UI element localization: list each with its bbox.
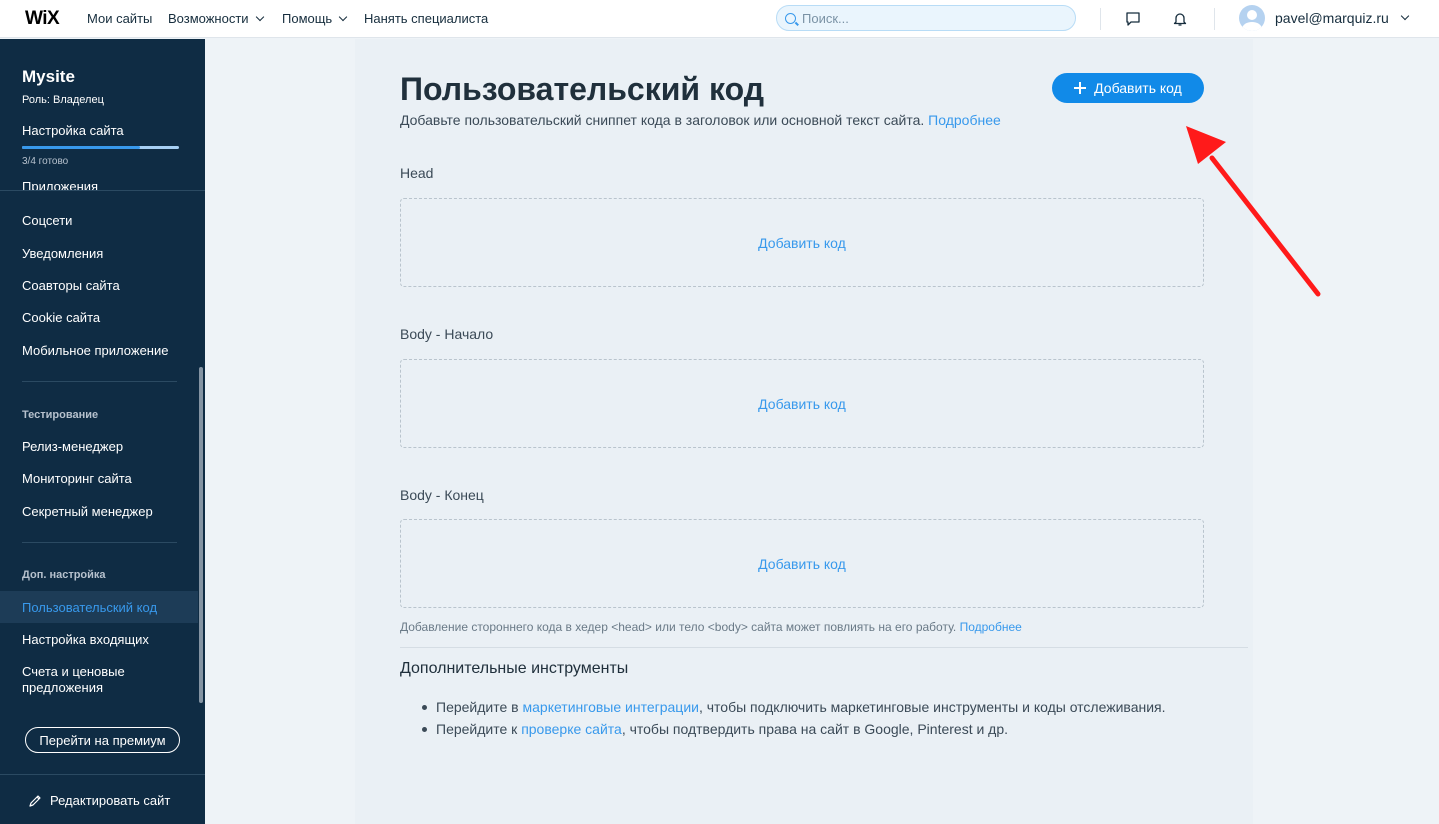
section-head-label: Head xyxy=(400,165,434,181)
learn-more-link[interactable]: Подробнее xyxy=(928,112,1001,128)
sidebar-item-custom-code[interactable]: Пользовательский код xyxy=(22,600,192,616)
divider xyxy=(400,647,1248,648)
plus-icon xyxy=(1074,82,1087,94)
page-subtitle: Добавьте пользовательский сниппет кода в… xyxy=(400,112,1001,128)
sidebar-item-release-manager[interactable]: Релиз-менеджер xyxy=(22,439,192,455)
divider xyxy=(22,381,177,382)
warning-note-text: Добавление стороннего кода в хедер <head… xyxy=(400,620,957,634)
nav-hire-expert-label: Нанять специалиста xyxy=(364,11,489,26)
setup-progress-fill xyxy=(22,146,140,149)
tool-text: Перейдите в xyxy=(436,699,523,715)
head-code-dropzone[interactable]: Добавить код xyxy=(400,198,1204,287)
chevron-down-icon xyxy=(1400,11,1410,21)
warning-note: Добавление стороннего кода в хедер <head… xyxy=(400,620,1022,634)
nav-hire-expert[interactable]: Нанять специалиста xyxy=(364,11,488,26)
nav-help[interactable]: Помощь xyxy=(282,11,348,26)
user-menu[interactable]: pavel@marquiz.ru xyxy=(1239,5,1410,31)
divider xyxy=(0,774,205,775)
wix-logo[interactable]: WiX xyxy=(25,8,60,30)
list-item: Перейдите в маркетинговые интеграции, чт… xyxy=(422,696,1166,718)
site-verification-link[interactable]: проверке сайта xyxy=(521,721,622,737)
section-advanced: Доп. настройка xyxy=(22,569,106,581)
setup-progress-bar xyxy=(22,146,179,149)
sidebar-item-collaborators[interactable]: Соавторы сайта xyxy=(22,278,192,294)
chat-icon[interactable] xyxy=(1123,9,1143,29)
page-title: Пользовательский код xyxy=(400,71,764,107)
body-start-code-dropzone[interactable]: Добавить код xyxy=(400,359,1204,448)
sidebar-scrollbar[interactable] xyxy=(199,367,203,703)
nav-features-label: Возможности xyxy=(168,11,249,26)
edit-site-button[interactable]: Редактировать сайт xyxy=(28,793,170,808)
list-item: Перейдите к проверке сайта, чтобы подтве… xyxy=(422,718,1166,740)
pencil-icon xyxy=(29,794,41,807)
search-icon xyxy=(785,12,796,24)
chevron-down-icon xyxy=(338,12,348,21)
section-body-start-label: Body - Начало xyxy=(400,326,494,342)
body-end-add-code-link[interactable]: Добавить код xyxy=(758,556,846,572)
site-setup-link[interactable]: Настройка сайта xyxy=(22,123,124,138)
sidebar-item-secrets-manager[interactable]: Секретный менеджер xyxy=(22,504,192,520)
marketing-integrations-link[interactable]: маркетинговые интеграции xyxy=(523,699,699,715)
tool-text: , чтобы подключить маркетинговые инструм… xyxy=(698,699,1166,715)
search-bar[interactable] xyxy=(776,5,1076,31)
edit-site-label: Редактировать сайт xyxy=(50,793,171,808)
bell-icon[interactable] xyxy=(1170,9,1190,29)
sidebar-item-inbox-settings[interactable]: Настройка входящих xyxy=(22,632,192,648)
additional-tools-list: Перейдите в маркетинговые интеграции, чт… xyxy=(422,696,1166,740)
head-add-code-link[interactable]: Добавить код xyxy=(758,235,846,251)
nav-help-label: Помощь xyxy=(282,11,333,26)
annotation-arrow xyxy=(1186,126,1321,297)
top-bar: WiX Мои сайты Возможности Помощь Нанять … xyxy=(0,0,1439,38)
site-name: Mysite xyxy=(22,67,75,86)
sidebar-item-social[interactable]: Соцсети xyxy=(22,213,192,229)
nav-my-sites-label: Мои сайты xyxy=(87,11,153,26)
tool-text: Перейдите к xyxy=(436,721,522,737)
additional-tools-title: Дополнительные инструменты xyxy=(400,660,629,677)
sidebar: Mysite Роль: Владелец Настройка сайта 3/… xyxy=(0,39,205,824)
section-testing: Тестирование xyxy=(22,409,99,421)
divider xyxy=(1214,8,1215,30)
divider xyxy=(22,542,177,543)
page-subtitle-text: Добавьте пользовательский сниппет кода в… xyxy=(400,112,925,128)
chevron-down-icon xyxy=(255,12,264,21)
body-end-code-dropzone[interactable]: Добавить код xyxy=(400,519,1204,608)
divider xyxy=(1100,8,1101,30)
search-input[interactable] xyxy=(802,10,1052,26)
go-premium-button[interactable]: Перейти на премиум xyxy=(25,727,180,753)
note-learn-more-link[interactable]: Подробнее xyxy=(960,620,1022,634)
add-code-button-label: Добавить код xyxy=(1094,80,1182,96)
add-code-button[interactable]: Добавить код xyxy=(1052,73,1204,103)
divider xyxy=(0,190,205,191)
body-start-add-code-link[interactable]: Добавить код xyxy=(758,396,846,412)
sidebar-item-cookie[interactable]: Cookie сайта xyxy=(22,310,192,326)
sidebar-item-site-monitoring[interactable]: Мониторинг сайта xyxy=(22,471,192,487)
setup-progress-text: 3/4 готово xyxy=(22,156,69,167)
section-body-end-label: Body - Конец xyxy=(400,487,484,503)
sidebar-item-invoices[interactable]: Счета и ценовые предложения xyxy=(22,664,192,696)
site-role: Роль: Владелец xyxy=(22,94,104,106)
avatar xyxy=(1239,5,1265,31)
sidebar-item-mobile-app[interactable]: Мобильное приложение xyxy=(22,343,192,359)
user-email: pavel@marquiz.ru xyxy=(1275,10,1389,26)
sidebar-item-apps-partial[interactable]: Приложения xyxy=(22,179,98,190)
nav-features[interactable]: Возможности xyxy=(168,11,264,26)
nav-my-sites[interactable]: Мои сайты xyxy=(87,11,152,26)
tool-text: , чтобы подтвердить права на сайт в Goog… xyxy=(621,721,1009,737)
sidebar-item-notifications[interactable]: Уведомления xyxy=(22,246,192,262)
